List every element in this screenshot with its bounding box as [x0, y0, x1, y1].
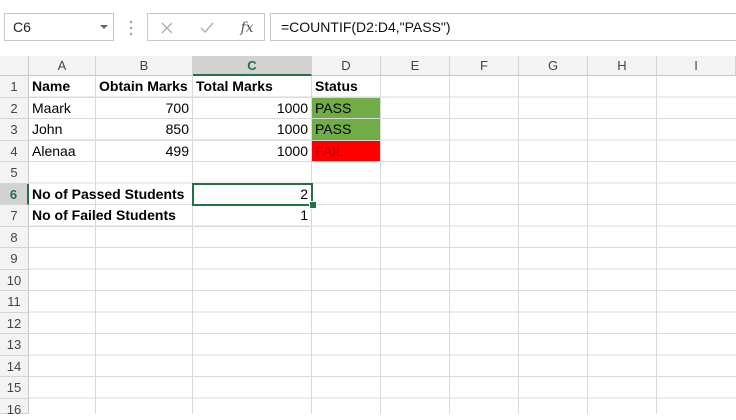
row-header-4[interactable]: 4: [0, 140, 29, 162]
row-header-1[interactable]: 1: [0, 76, 29, 98]
column-header-h[interactable]: H: [588, 56, 657, 76]
cell-b3[interactable]: 850: [96, 119, 193, 141]
row-header-2[interactable]: 2: [0, 97, 29, 119]
cell-b4[interactable]: 499: [96, 140, 193, 162]
cell-b2[interactable]: 700: [96, 97, 193, 119]
more-options-icon[interactable]: [128, 18, 134, 38]
cell-a4[interactable]: Alenaa: [29, 140, 96, 162]
cell-a7[interactable]: No of Failed Students: [29, 205, 193, 227]
cell-d1[interactable]: Status: [312, 76, 381, 98]
column-header-c[interactable]: C: [193, 56, 312, 76]
cell-c2[interactable]: 1000: [193, 97, 312, 119]
cell-d2-status[interactable]: PASS: [312, 97, 381, 119]
row-header-6[interactable]: 6: [0, 183, 29, 205]
row-header-3[interactable]: 3: [0, 119, 29, 141]
row-header-13[interactable]: 13: [0, 334, 29, 356]
row-header-15[interactable]: 15: [0, 377, 29, 399]
cell-c1[interactable]: Total Marks: [193, 76, 312, 98]
formula-buttons: fx: [147, 13, 265, 41]
cancel-icon[interactable]: [152, 14, 182, 42]
chevron-down-icon[interactable]: [99, 22, 109, 32]
spreadsheet-grid: A B C D E F G H I 1 2 3 4 5 6 7 8 9 10 1…: [0, 56, 736, 417]
enter-check-icon[interactable]: [192, 14, 222, 42]
cell-a1[interactable]: Name: [29, 76, 96, 98]
column-header-f[interactable]: F: [450, 56, 519, 76]
row-header-8[interactable]: 8: [0, 226, 29, 248]
row-header-12[interactable]: 12: [0, 312, 29, 334]
formula-text: =COUNTIF(D2:D4,"PASS"): [281, 19, 451, 35]
row-header-9[interactable]: 9: [0, 248, 29, 270]
cell-d3-status[interactable]: PASS: [312, 119, 381, 141]
column-header-g[interactable]: G: [519, 56, 588, 76]
column-header-b[interactable]: B: [96, 56, 193, 76]
cell-c7-failed-count[interactable]: 1: [193, 205, 312, 227]
column-header-e[interactable]: E: [381, 56, 450, 76]
cell-d4-status[interactable]: FAIL: [312, 140, 381, 162]
name-box-value: C6: [13, 19, 31, 35]
column-header-a[interactable]: A: [29, 56, 96, 76]
cell-a6[interactable]: No of Passed Students: [29, 184, 193, 205]
cell-c4[interactable]: 1000: [193, 140, 312, 162]
column-header-d[interactable]: D: [312, 56, 381, 76]
fill-handle[interactable]: [309, 201, 317, 209]
formula-input[interactable]: =COUNTIF(D2:D4,"PASS"): [270, 13, 736, 41]
select-all-corner[interactable]: [0, 56, 29, 76]
insert-function-icon[interactable]: fx: [232, 14, 262, 42]
cell-a3[interactable]: John: [29, 119, 96, 141]
cell-a2[interactable]: Maark: [29, 97, 96, 119]
name-box[interactable]: C6: [4, 13, 114, 41]
cell-c6-passed-count[interactable]: 2: [193, 183, 312, 205]
row-header-11[interactable]: 11: [0, 291, 29, 313]
column-header-i[interactable]: I: [657, 56, 736, 76]
row-header-14[interactable]: 14: [0, 355, 29, 377]
row-header-5[interactable]: 5: [0, 162, 29, 184]
cell-b1[interactable]: Obtain Marks: [96, 76, 193, 98]
formula-bar: C6 fx =COUNTIF(D2:D4,"PASS"): [0, 0, 736, 57]
row-header-7[interactable]: 7: [0, 205, 29, 227]
cell-c3[interactable]: 1000: [193, 119, 312, 141]
row-header-16[interactable]: 16: [0, 398, 29, 417]
row-header-10[interactable]: 10: [0, 269, 29, 291]
